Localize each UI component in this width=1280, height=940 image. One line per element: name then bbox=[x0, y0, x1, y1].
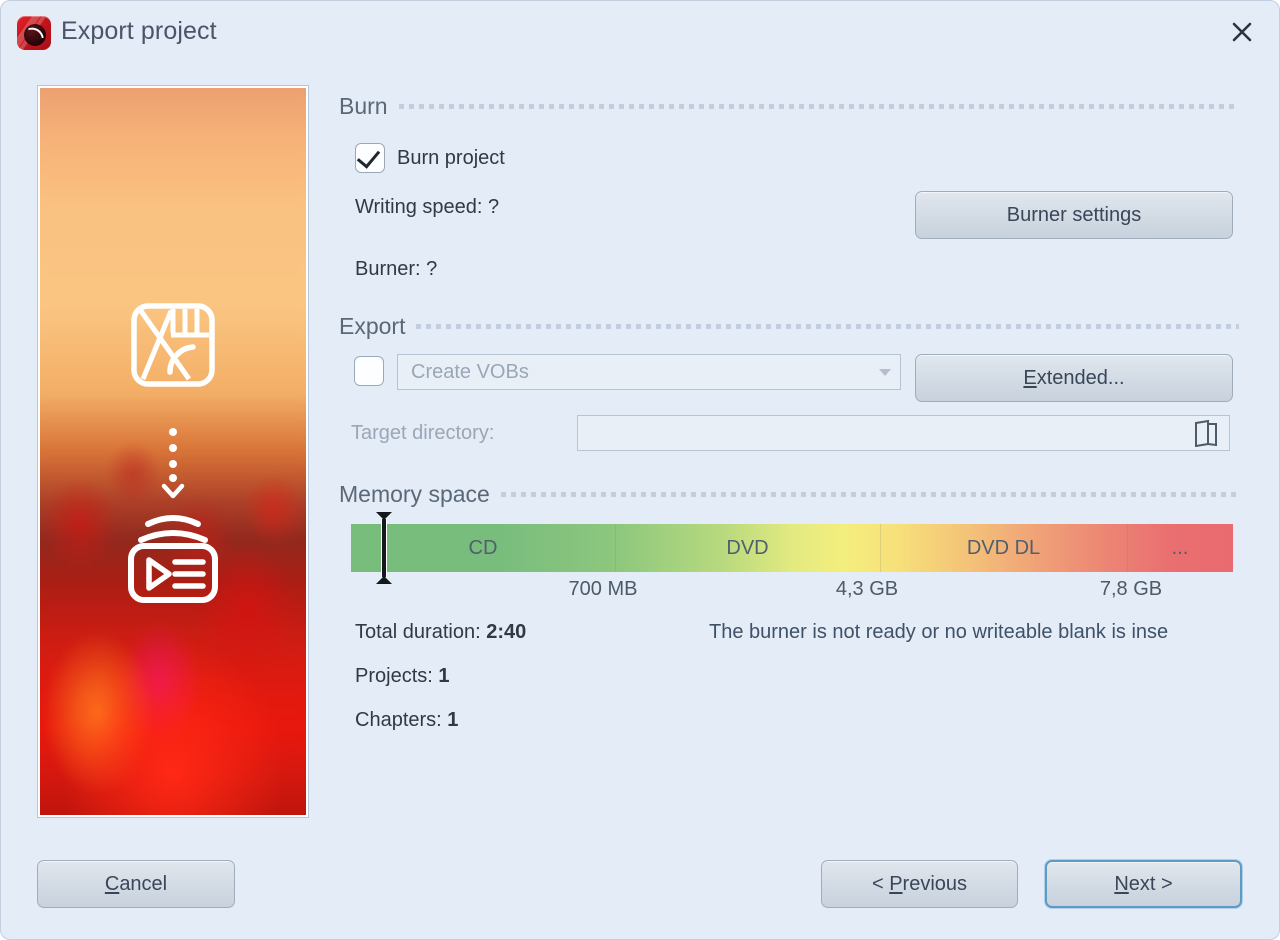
memory-segment-label: DVD DL bbox=[966, 536, 1041, 559]
preview-thumbnail-image bbox=[40, 88, 306, 815]
extended-label: Extended... bbox=[1023, 366, 1125, 389]
writing-speed-label: Writing speed: ? bbox=[355, 196, 500, 218]
total-duration-label: Total duration: bbox=[355, 621, 481, 643]
section-divider bbox=[416, 324, 1239, 329]
burner-status-warning: The burner is not ready or no writeable … bbox=[709, 621, 1169, 643]
section-header-burn: Burn bbox=[339, 93, 1239, 120]
memory-segment-label: CD bbox=[468, 536, 498, 559]
burner-label: Burner: ? bbox=[355, 258, 438, 280]
memory-tick-label: 700 MB bbox=[568, 578, 638, 600]
section-divider bbox=[500, 492, 1239, 497]
disc-stack-play-icon bbox=[123, 502, 223, 613]
burn-project-checkbox[interactable] bbox=[355, 143, 385, 173]
arrow-down-dotted-icon bbox=[160, 426, 186, 505]
projects-value: 1 bbox=[438, 665, 450, 687]
chevron-down-icon bbox=[870, 368, 900, 377]
total-duration-stat: Total duration: 2:40 bbox=[355, 621, 526, 644]
target-directory-input[interactable] bbox=[577, 415, 1230, 451]
section-header-export: Export bbox=[339, 313, 1239, 340]
next-button[interactable]: Next > bbox=[1045, 860, 1242, 908]
dialog-content: Burn Burn project Writing speed: ? Burne… bbox=[337, 1, 1279, 939]
section-title-memory: Memory space bbox=[339, 481, 490, 507]
memory-segment-label: DVD bbox=[726, 536, 769, 559]
memory-segment-label: ... bbox=[1171, 536, 1189, 559]
section-divider bbox=[398, 104, 1239, 109]
export-format-select[interactable]: Create VOBs bbox=[397, 354, 901, 390]
cancel-label: Cancel bbox=[104, 872, 168, 895]
open-folder-icon[interactable] bbox=[1193, 419, 1229, 447]
burner-settings-button[interactable]: Burner settings bbox=[915, 191, 1233, 239]
section-header-memory: Memory space bbox=[339, 481, 1239, 508]
total-duration-value: 2:40 bbox=[486, 621, 527, 643]
section-title-export: Export bbox=[339, 313, 406, 339]
chapters-stat: Chapters: 1 bbox=[355, 709, 458, 732]
disc-burner-icon bbox=[17, 16, 51, 50]
projects-stat: Projects: 1 bbox=[355, 665, 450, 688]
memory-space-bar: CD DVD DVD DL ... bbox=[351, 524, 1233, 572]
cancel-button[interactable]: Cancel bbox=[37, 860, 235, 908]
film-editor-icon bbox=[127, 299, 219, 396]
project-preview bbox=[37, 85, 309, 818]
section-title-burn: Burn bbox=[339, 93, 388, 119]
memory-tick-label: 7,8 GB bbox=[1099, 578, 1163, 600]
dialog-title: Export project bbox=[61, 17, 217, 45]
previous-label: < Previous bbox=[871, 872, 968, 895]
projects-label: Projects: bbox=[355, 665, 433, 687]
export-project-dialog: Export project Burn Burn project Writing… bbox=[0, 0, 1280, 940]
previous-button[interactable]: < Previous bbox=[821, 860, 1018, 908]
memory-tick-label: 4,3 GB bbox=[835, 578, 899, 600]
memory-usage-marker bbox=[376, 512, 392, 584]
target-directory-label: Target directory: bbox=[351, 422, 495, 444]
extended-button[interactable]: Extended... bbox=[915, 354, 1233, 402]
next-label: Next > bbox=[1114, 872, 1173, 895]
burn-project-label: Burn project bbox=[397, 147, 505, 169]
burner-settings-label: Burner settings bbox=[1006, 203, 1142, 226]
chapters-label: Chapters: bbox=[355, 709, 442, 731]
export-enable-checkbox[interactable] bbox=[354, 356, 384, 386]
check-icon bbox=[356, 144, 381, 169]
export-format-value: Create VOBs bbox=[411, 360, 529, 383]
chapters-value: 1 bbox=[447, 709, 459, 731]
